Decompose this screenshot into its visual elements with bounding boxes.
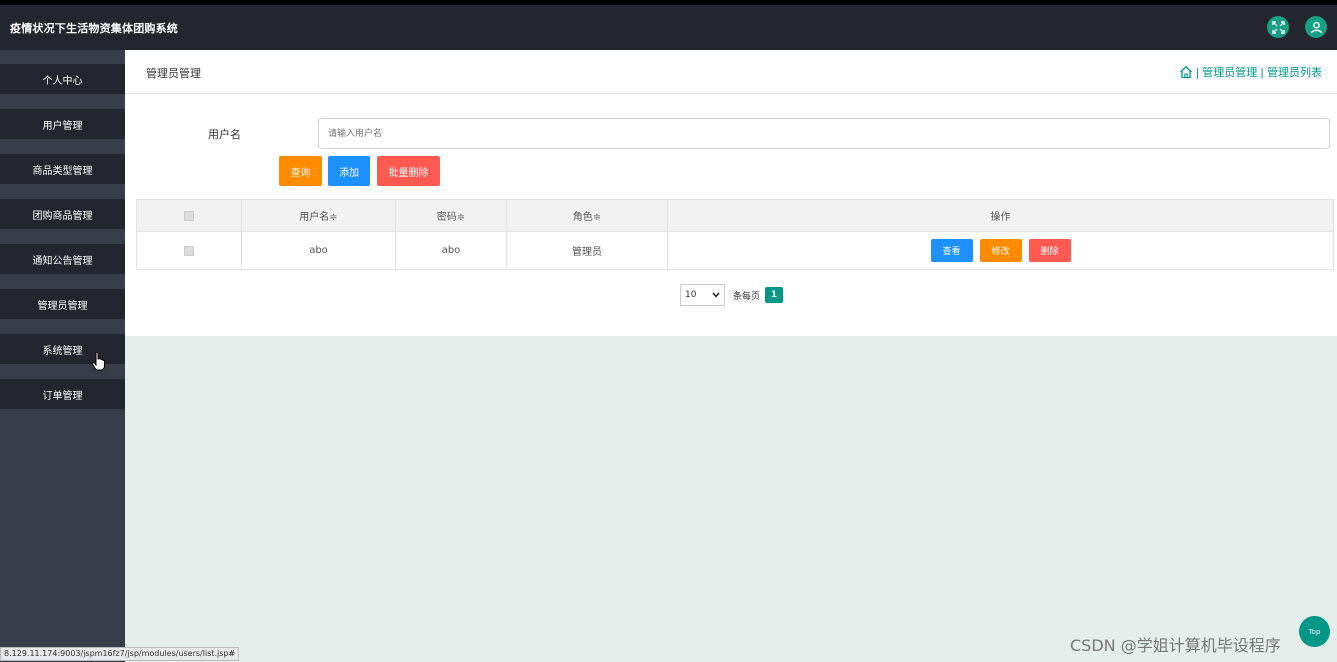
cell-password: abo xyxy=(396,232,507,269)
browser-status-url: 8.129.11.174:9003/jspm16fz7/jsp/modules/… xyxy=(0,647,240,661)
back-to-top-button[interactable]: Top xyxy=(1299,616,1330,647)
sidebar-item-user-management[interactable]: 用户管理 xyxy=(0,109,125,139)
per-page-label: 条每页 xyxy=(733,291,761,302)
hand-cursor-icon xyxy=(92,352,105,371)
view-button[interactable]: 查看 xyxy=(930,239,973,262)
select-all-cell xyxy=(137,200,242,231)
row-select-cell xyxy=(137,232,242,269)
query-button[interactable]: 查询 xyxy=(279,156,322,186)
admin-table: 用户名≑ 密码≑ 角色≑ 操作 abo abo 管理员 查看 修改 删除 xyxy=(136,199,1334,270)
watermark-text: CSDN @学姐计算机毕设程序 xyxy=(1070,636,1281,655)
table-header-row: 用户名≑ 密码≑ 角色≑ 操作 xyxy=(137,200,1333,232)
page-number-1[interactable]: 1 xyxy=(765,287,784,303)
table-row: abo abo 管理员 查看 修改 删除 xyxy=(137,232,1333,269)
chevron-down-icon xyxy=(712,292,720,298)
sidebar-item-system-management[interactable]: 系统管理 xyxy=(0,334,125,364)
sidebar-item-product-type-management[interactable]: 商品类型管理 xyxy=(0,154,125,184)
sidebar-item-group-product-management[interactable]: 团购商品管理 xyxy=(0,199,125,229)
select-all-checkbox[interactable] xyxy=(184,210,194,221)
sidebar-item-label: 订单管理 xyxy=(42,390,83,402)
breadcrumb: | 管理员管理 | 管理员列表 xyxy=(1179,64,1322,80)
main-content: 管理员管理 | 管理员管理 | 管理员列表 用户名 查询 添加 批量删除 用户名… xyxy=(125,50,1337,662)
sidebar-item-personal-center[interactable]: 个人中心 xyxy=(0,64,125,94)
add-button[interactable]: 添加 xyxy=(328,156,370,186)
sidebar-item-label: 用户管理 xyxy=(42,120,83,132)
cell-username: abo xyxy=(242,232,396,269)
page-size-value: 10 xyxy=(685,290,697,300)
breadcrumb-separator: | xyxy=(1195,65,1200,79)
sidebar-item-notice-management[interactable]: 通知公告管理 xyxy=(0,244,125,274)
top-header: 疫情状况下生活物资集体团购系统 xyxy=(0,5,1337,50)
column-header-role[interactable]: 角色≑ xyxy=(507,200,668,231)
column-header-password[interactable]: 密码≑ xyxy=(396,200,507,231)
page-title: 管理员管理 xyxy=(146,67,201,80)
breadcrumb-bar: 管理员管理 | 管理员管理 | 管理员列表 xyxy=(125,50,1337,94)
fullscreen-icon[interactable] xyxy=(1267,16,1289,38)
user-icon[interactable] xyxy=(1305,16,1327,38)
home-icon[interactable] xyxy=(1179,65,1193,79)
batch-delete-button[interactable]: 批量删除 xyxy=(377,156,440,186)
app-title: 疫情状况下生活物资集体团购系统 xyxy=(10,21,178,35)
breadcrumb-admin-management[interactable]: 管理员管理 xyxy=(1202,64,1257,80)
delete-button[interactable]: 删除 xyxy=(1028,239,1071,262)
breadcrumb-separator: | xyxy=(1260,65,1264,79)
sidebar-item-order-management[interactable]: 订单管理 xyxy=(0,379,125,409)
username-search-input[interactable] xyxy=(318,118,1330,149)
sidebar-item-admin-management[interactable]: 管理员管理 xyxy=(0,289,125,319)
breadcrumb-admin-list[interactable]: 管理员列表 xyxy=(1267,64,1322,80)
sidebar-item-label: 通知公告管理 xyxy=(32,255,93,267)
page-size-select[interactable]: 10 xyxy=(680,284,725,306)
edit-button[interactable]: 修改 xyxy=(979,239,1022,262)
username-label: 用户名 xyxy=(208,128,241,141)
sidebar-item-label: 管理员管理 xyxy=(37,300,88,312)
content-panel: 管理员管理 | 管理员管理 | 管理员列表 用户名 查询 添加 批量删除 用户名… xyxy=(125,50,1337,336)
sidebar-item-label: 团购商品管理 xyxy=(32,210,93,222)
sidebar: 个人中心 用户管理 商品类型管理 团购商品管理 通知公告管理 管理员管理 系统管… xyxy=(0,50,125,662)
sidebar-item-label: 系统管理 xyxy=(42,345,83,357)
cell-role: 管理员 xyxy=(507,232,668,269)
sidebar-item-label: 商品类型管理 xyxy=(32,165,93,177)
sidebar-item-label: 个人中心 xyxy=(42,75,83,87)
column-header-username[interactable]: 用户名≑ xyxy=(242,200,396,231)
pagination: 10 条每页 1 xyxy=(680,284,784,306)
column-header-operations: 操作 xyxy=(990,212,1011,223)
cell-operations: 查看 修改 删除 xyxy=(668,232,1333,269)
row-checkbox[interactable] xyxy=(184,245,194,256)
